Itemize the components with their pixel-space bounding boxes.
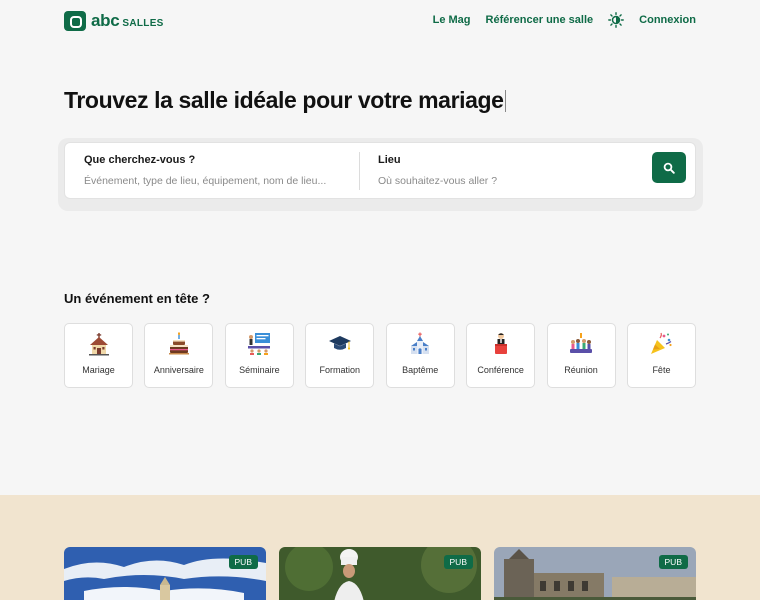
event-label-seminaire: Séminaire [239,365,280,375]
search-button[interactable] [652,152,686,183]
nav-le-mag[interactable]: Le Mag [433,14,471,26]
event-list: Mariage Anniversaire Séminaire Formation… [64,323,696,388]
hero-title: Trouvez la salle idéale pour votre maria… [64,87,506,114]
event-label-formation: Formation [319,365,361,375]
typing-cursor [504,90,506,112]
events-title: Un événement en tête ? [64,291,210,306]
event-label-anniversaire: Anniversaire [153,365,204,375]
search-icon [663,162,675,174]
where-label: Lieu [378,154,401,166]
event-label-reunion: Réunion [564,365,598,375]
church-icon [411,332,430,354]
event-card-seminaire[interactable]: Séminaire [224,323,294,388]
event-card-reunion[interactable]: Réunion [546,323,616,388]
ad-card[interactable]: PUB [64,547,266,600]
site-header: abc SALLES Le Mag Référencer une salle C… [0,0,760,44]
event-label-mariage: Mariage [82,365,115,375]
theme-toggle-icon[interactable] [608,12,625,28]
event-card-formation[interactable]: Formation [305,323,375,388]
logo-abc-text: abc [91,11,120,30]
pub-badge: PUB [443,555,473,569]
where-input[interactable]: Où souhaitez-vous aller ? [378,175,497,187]
event-label-bapteme: Baptême [402,365,439,375]
hero-title-text: Trouvez la salle idéale pour votre maria… [64,87,504,113]
speaker-icon [494,333,507,354]
presentation-icon [248,333,271,355]
chapel-icon [88,333,109,356]
ad-card[interactable]: PUB [494,547,696,600]
party-popper-icon [651,332,673,354]
cake-icon [168,332,189,355]
pub-badge: PUB [228,555,258,569]
event-label-fete: Fête [652,365,671,375]
event-label-conference: Conférence [477,365,524,375]
event-card-anniversaire[interactable]: Anniversaire [144,323,214,388]
meeting-icon [570,333,593,353]
search-divider [359,152,360,190]
logo-mark-icon [64,11,86,31]
logo-salles-text: SALLES [122,17,164,29]
what-label: Que cherchez-vous ? [84,154,196,166]
main-nav: Le Mag Référencer une salle Connexion [433,12,696,28]
ad-card[interactable]: PUB [279,547,481,600]
event-card-fete[interactable]: Fête [626,323,696,388]
nav-referencer-salle[interactable]: Référencer une salle [486,14,594,26]
event-card-bapteme[interactable]: Baptême [385,323,455,388]
event-card-mariage[interactable]: Mariage [64,323,133,388]
what-input[interactable]: Événement, type de lieu, équipement, nom… [84,175,326,187]
graduation-cap-icon [328,336,351,350]
event-card-conference[interactable]: Conférence [466,323,536,388]
pub-badge: PUB [658,555,688,569]
search-box: Que cherchez-vous ? Événement, type de l… [64,142,696,199]
abc-salles-logo[interactable]: abc SALLES [64,11,164,31]
nav-connexion[interactable]: Connexion [639,14,696,26]
